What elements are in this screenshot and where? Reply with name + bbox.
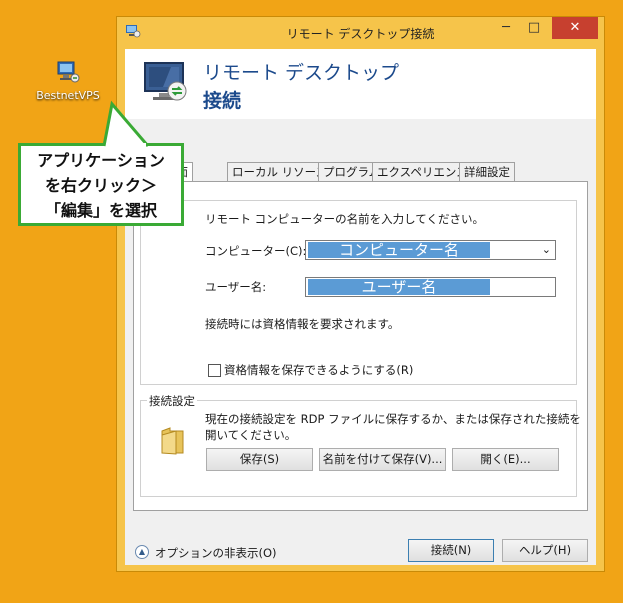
tab-experience[interactable]: 詳細設定 — [459, 162, 515, 181]
save-credentials-checkbox[interactable] — [208, 364, 221, 377]
save-credentials-label: 資格情報を保存できるようにする(R) — [224, 363, 414, 377]
callout-line1: アプリケーション — [37, 151, 165, 170]
logon-settings-group: 設定 リモート コンピューターの名前を入力してください。 コンピューター(C):… — [140, 193, 577, 385]
tab-programs[interactable]: エクスペリエンス — [372, 162, 473, 181]
banner: リモート デスクトップ 接続 — [125, 49, 596, 119]
folder-icon — [161, 427, 184, 455]
hide-options-label: オプションの非表示(O) — [155, 546, 277, 560]
username-mask: ユーザー名 — [308, 279, 490, 296]
save-as-button[interactable]: 名前を付けて保存(V)... — [319, 448, 446, 471]
tab-label: ローカル リソース — [232, 165, 328, 179]
maximize-button[interactable]: □ — [521, 17, 547, 39]
computer-icon — [57, 61, 80, 83]
dialog-content: リモート デスクトップ 接続 画面 ローカル リソース プログラム エクスペリエ… — [125, 49, 596, 565]
remote-desktop-window: リモート デスクトップ接続 ─ □ ✕ リモート デスクトップ 接続 画面 ロー… — [116, 16, 605, 572]
username-label: ユーザー名: — [205, 280, 267, 294]
desktop-shortcut-label: BestnetVPS — [36, 89, 100, 102]
chevron-down-icon[interactable]: ⌄ — [542, 243, 551, 256]
tab-strip: 画面 ローカル リソース プログラム エクスペリエンス 詳細設定 — [125, 162, 596, 182]
save-button[interactable]: 保存(S) — [206, 448, 313, 471]
close-button[interactable]: ✕ — [552, 17, 598, 39]
title-bar[interactable]: リモート デスクトップ接続 ─ □ ✕ — [117, 17, 604, 47]
minimize-button[interactable]: ─ — [493, 17, 519, 39]
help-button[interactable]: ヘルプ(H) — [502, 539, 588, 562]
username-input[interactable]: ユーザー名 — [305, 277, 556, 297]
computer-label: コンピューター(C): — [205, 244, 307, 258]
connection-settings-title: 接続設定 — [147, 393, 197, 409]
connection-desc-line2: 開いてください。 — [205, 428, 297, 442]
tab-display[interactable]: ローカル リソース — [227, 162, 333, 181]
connection-settings-group: 接続設定 現在の接続設定を RDP ファイルに保存するか、または保存された接続を… — [140, 393, 581, 497]
credential-note: 接続時には資格情報を要求されます。 — [205, 317, 400, 331]
desktop-shortcut-icon[interactable]: BestnetVPS — [28, 60, 108, 102]
instruction-text: リモート コンピューターの名前を入力してください。 — [205, 212, 484, 226]
connect-button[interactable]: 接続(N) — [408, 539, 494, 562]
tab-label: 詳細設定 — [464, 165, 510, 179]
tab-panel: 設定 リモート コンピューターの名前を入力してください。 コンピューター(C):… — [133, 181, 588, 511]
connection-desc-line1: 現在の接続設定を RDP ファイルに保存するか、または保存された接続を — [205, 412, 581, 426]
banner-title-line1: リモート デスクトップ — [203, 62, 400, 84]
computer-combobox[interactable]: コンピューター名 ⌄ — [305, 240, 556, 260]
callout-line3: 「編集」を選択 — [44, 201, 157, 220]
banner-title-line2: 接続 — [203, 90, 242, 112]
chevron-up-icon: ▲ — [135, 545, 149, 559]
callout-line2: を右クリック＞ — [44, 176, 157, 195]
instruction-callout: アプリケーション を右クリック＞ 「編集」を選択 — [18, 143, 184, 226]
remote-desktop-icon — [144, 62, 187, 101]
open-button[interactable]: 開く(E)... — [452, 448, 559, 471]
tab-label: エクスペリエンス — [377, 165, 468, 179]
computer-name-mask: コンピューター名 — [308, 242, 490, 259]
